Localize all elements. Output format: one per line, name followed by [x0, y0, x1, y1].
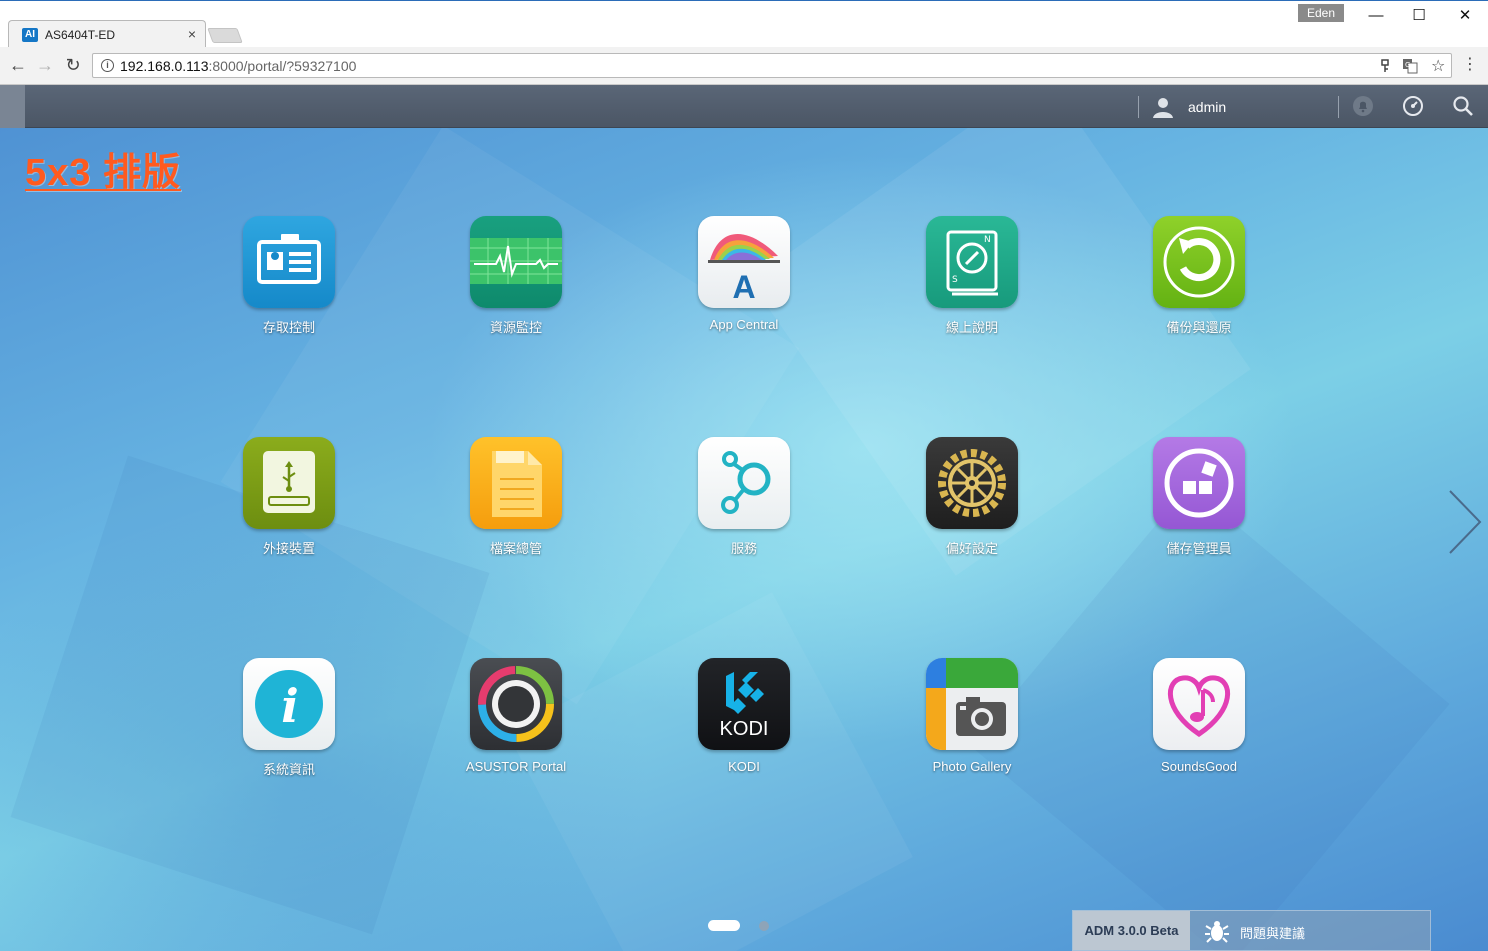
taskbar-toggle[interactable] [0, 85, 25, 128]
reload-button[interactable]: ↻ [63, 55, 83, 75]
app-resource-monitor[interactable]: 資源監控 [436, 216, 596, 336]
svg-text:S: S [952, 275, 958, 285]
app-online-help[interactable]: NS 線上說明 [892, 216, 1052, 336]
kodi-wordmark: KODI [719, 718, 769, 740]
feedback-link[interactable]: 問題與建議 [1240, 923, 1305, 942]
resource-monitor-icon [470, 216, 562, 308]
divider [1138, 96, 1139, 118]
app-soundsgood[interactable]: SoundsGood [1119, 658, 1279, 774]
new-tab-button[interactable] [207, 28, 243, 43]
app-label: Photo Gallery [932, 759, 1012, 774]
dashboard-gauge-icon[interactable] [1402, 95, 1424, 117]
external-devices-icon [243, 437, 335, 529]
preferences-icon [926, 437, 1018, 529]
url-path: :8000/portal/?59327100 [208, 58, 357, 74]
app-label: KODI [728, 759, 760, 774]
tab-close-icon[interactable]: × [188, 26, 196, 42]
browser-menu-icon[interactable]: ⋮ [1462, 55, 1478, 75]
system-info-icon: i [243, 658, 335, 750]
app-label: 資源監控 [489, 320, 542, 335]
app-label: ASUSTOR Portal [465, 759, 567, 774]
adm-version-badge: ADM 3.0.0 Beta [1073, 911, 1190, 950]
key-icon[interactable] [1379, 59, 1391, 73]
url-text[interactable]: 192.168.0.113:8000/portal/?59327100 [120, 58, 356, 74]
app-label: 線上說明 [945, 320, 998, 335]
browser-title-bar: AI AS6404T-ED × Eden — ☐ ✕ [0, 0, 1488, 48]
browser-tab[interactable]: AI AS6404T-ED × [8, 20, 206, 48]
profile-badge[interactable]: Eden [1298, 4, 1344, 22]
notification-bell-icon[interactable] [1352, 95, 1374, 117]
access-control-icon [243, 216, 335, 308]
bug-icon[interactable] [1205, 919, 1229, 943]
bookmark-star-icon[interactable]: ☆ [1431, 56, 1445, 76]
svg-text:i: i [281, 679, 298, 733]
adm-desktop: admin 5x3 排版 存取控制 資源監控 A App Central NS [0, 85, 1488, 951]
tab-title: AS6404T-ED [45, 28, 116, 42]
app-services[interactable]: 服務 [664, 437, 824, 557]
minimize-button[interactable]: — [1361, 6, 1391, 26]
backup-restore-icon [1153, 216, 1245, 308]
storage-manager-icon [1153, 437, 1245, 529]
app-external-devices[interactable]: 外接裝置 [209, 437, 369, 557]
services-icon [698, 437, 790, 529]
app-label: 儲存管理員 [1166, 541, 1232, 556]
app-app-central[interactable]: A App Central [664, 216, 824, 332]
app-label: 服務 [730, 541, 757, 556]
kodi-icon: KODI [698, 658, 790, 750]
close-window-button[interactable]: ✕ [1450, 6, 1480, 26]
soundsgood-icon [1153, 658, 1245, 750]
app-label: 備份與還原 [1166, 320, 1232, 335]
asustor-portal-icon [470, 658, 562, 750]
app-file-explorer[interactable]: 檔案總管 [436, 437, 596, 557]
address-bar[interactable]: i 192.168.0.113:8000/portal/?59327100 G … [92, 53, 1452, 78]
app-system-info[interactable]: i 系統資訊 [209, 658, 369, 778]
forward-button[interactable]: → [35, 55, 55, 75]
file-explorer-icon [470, 437, 562, 529]
url-host: 192.168.0.113 [120, 58, 209, 74]
app-label: 系統資訊 [262, 762, 315, 777]
search-icon[interactable] [1452, 95, 1474, 117]
app-label: 存取控制 [262, 320, 315, 335]
back-button[interactable]: ← [8, 55, 28, 75]
svg-text:N: N [984, 235, 991, 245]
divider [1338, 96, 1339, 118]
browser-toolbar: ← → ↻ i 192.168.0.113:8000/portal/?59327… [0, 47, 1488, 85]
user-icon[interactable] [1151, 95, 1175, 119]
app-storage-manager[interactable]: 儲存管理員 [1119, 437, 1279, 557]
app-label: 外接裝置 [262, 541, 315, 556]
app-central-icon: A [698, 216, 790, 308]
app-backup-restore[interactable]: 備份與還原 [1119, 216, 1279, 336]
feedback-bar: ADM 3.0.0 Beta 問題與建議 [1072, 910, 1431, 951]
info-icon[interactable]: i [101, 59, 114, 72]
next-page-chevron-icon[interactable] [1446, 489, 1484, 555]
app-label: SoundsGood [1161, 759, 1237, 774]
svg-text:G: G [1405, 61, 1410, 69]
app-preferences[interactable]: 偏好設定 [892, 437, 1052, 557]
app-label: App Central [709, 317, 779, 332]
asustor-favicon-icon: AI [22, 28, 38, 42]
user-name[interactable]: admin [1188, 99, 1226, 115]
svg-text:A: A [732, 269, 755, 305]
app-label: 檔案總管 [489, 541, 542, 556]
photo-gallery-icon [926, 658, 1018, 750]
translate-icon[interactable]: G [1402, 58, 1418, 74]
app-access-control[interactable]: 存取控制 [209, 216, 369, 336]
app-asustor-portal[interactable]: ASUSTOR Portal [436, 658, 596, 774]
layout-annotation-title: 5x3 排版 [25, 152, 181, 194]
app-kodi[interactable]: KODI KODI [664, 658, 824, 774]
pager-dot[interactable] [759, 921, 769, 931]
pager-dot-active[interactable] [708, 920, 740, 931]
app-label: 偏好設定 [945, 541, 998, 556]
online-help-icon: NS [926, 216, 1018, 308]
maximize-button[interactable]: ☐ [1404, 6, 1434, 26]
app-photo-gallery[interactable]: Photo Gallery [892, 658, 1052, 774]
adm-top-bar: admin [0, 85, 1488, 128]
